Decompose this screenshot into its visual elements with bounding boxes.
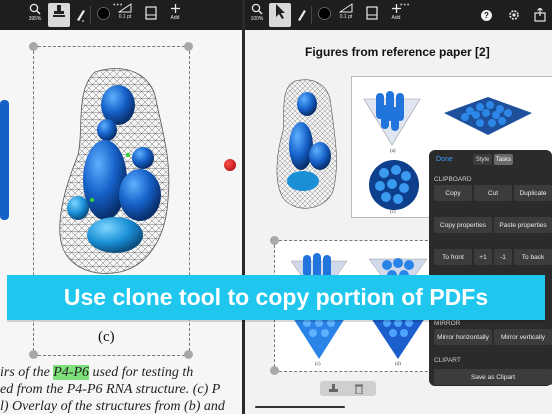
line-width-button[interactable]: 0.1 pt [336,3,356,20]
selection-handle[interactable] [270,236,279,245]
subfigure-label-d: (d) [395,362,401,367]
save-as-clipart-button[interactable]: Save as Clipart [434,369,552,385]
magnifier-icon [251,3,263,15]
add-button[interactable]: Add [166,3,184,21]
mirror-horizontally-button[interactable]: Mirror horizontally [434,329,492,345]
clone-stamp-tool-button[interactable] [48,3,70,27]
to-back-button[interactable]: To back [514,249,552,265]
add-button[interactable]: Add [387,3,405,21]
zoom-button[interactable]: 395% [26,3,44,22]
line-width-value: 0.1 pt [339,14,353,20]
line-width-value: 0.1 pt [118,14,132,20]
text-fragment: irs of the [0,365,54,380]
bring-forward-button[interactable]: +1 [474,249,492,265]
pen-icon[interactable] [74,8,86,22]
plus-icon [391,4,401,13]
selection-handle[interactable] [29,350,38,359]
add-label: Add [170,15,180,21]
zoom-button[interactable]: 100% [248,3,266,22]
selection-handle[interactable] [29,42,38,51]
small-molecule-figure [276,79,337,209]
banner-shadow [7,320,545,322]
subfigure-label-c: (c) [315,362,321,367]
cursor-arrow-icon [276,4,285,19]
selection-action-bar [320,381,376,396]
document-text-line-3: l) Overlay of the structures from (b) an… [0,399,225,414]
to-front-button[interactable]: To front [434,249,472,265]
gear-icon[interactable] [507,8,521,22]
zoom-level: 100% [250,16,264,22]
clone-stamp-small-icon[interactable] [328,383,339,394]
clipart-header: CLIPART [434,357,461,364]
share-icon[interactable] [534,8,546,22]
toolbar-separator [90,6,91,24]
tab-tasks[interactable]: Tasks [494,154,513,165]
clipboard-header: CLIPBOARD [434,176,472,183]
sphere-layer-image [444,97,532,135]
line-width-button[interactable]: 0.1 pt [115,3,135,20]
right-toolbar: ••• 100% 0.1 pt Add ? [245,0,552,30]
text-fragment: used for testing th [89,365,194,380]
document-text-line-1: irs of the P4-P6 used for testing th [0,365,193,381]
page-icon[interactable] [145,6,157,20]
page-icon[interactable] [366,6,378,20]
stamp-icon [53,5,65,17]
reference-figures-title: Figures from reference paper [2] [305,45,490,59]
tasks-panel: Done Style Tasks CLIPBOARD Copy Cut Dupl… [429,150,552,386]
pen-icon[interactable] [295,8,307,22]
selection-handle[interactable] [184,350,193,359]
fill-color-swatch[interactable] [318,7,331,20]
tab-style[interactable]: Style [473,154,492,165]
selection-handle[interactable] [270,366,279,375]
sphere-ball-image [369,160,419,210]
highlighted-text[interactable]: P4-P6 [53,365,90,380]
capsule-cluster-image [363,91,421,146]
copy-button[interactable]: Copy [434,185,472,201]
molecule-fragment [0,100,9,220]
left-toolbar: ••• 395% 0.1 pt Add [0,0,242,30]
trash-icon[interactable] [354,383,364,394]
add-label: Add [391,15,401,21]
toolbar-separator [311,6,312,24]
selection-handle[interactable] [184,42,193,51]
cut-button[interactable]: Cut [474,185,512,201]
home-indicator [255,406,345,408]
paste-properties-button[interactable]: Paste properties [494,217,552,233]
figure-caption-c: (c) [98,329,115,345]
promo-banner: Use clone tool to copy portion of PDFs [7,275,545,320]
copy-properties-button[interactable]: Copy properties [434,217,492,233]
zoom-level: 395% [28,16,42,22]
mirror-vertically-button[interactable]: Mirror vertically [494,329,552,345]
magnifier-icon [29,3,41,15]
document-text-line-2: ed from the P4-P6 RNA structure. (c) P [0,382,221,397]
red-marker-dot [224,159,236,171]
line-width-icon [339,3,353,13]
done-button[interactable]: Done [436,156,453,163]
help-icon[interactable]: ? [481,10,492,21]
subfigure-label-a: (a) [390,149,396,154]
subfigure-label-top-c: (c) [390,210,396,215]
fill-color-swatch[interactable] [97,7,110,20]
send-backward-button[interactable]: -1 [494,249,512,265]
select-tool-button[interactable] [269,3,291,27]
duplicate-button[interactable]: Duplicate [514,185,552,201]
left-document-pane: ••• 395% 0.1 pt Add (c) irs of the P4-P6… [0,0,242,414]
plus-icon [170,4,180,13]
line-width-icon [118,3,132,13]
